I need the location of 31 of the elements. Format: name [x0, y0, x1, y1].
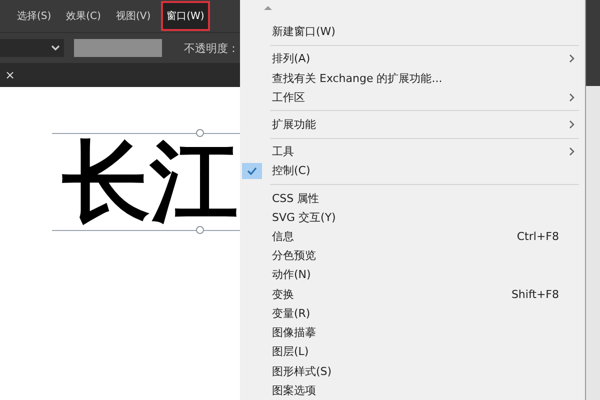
menu-item[interactable]: 变换 — [272, 286, 512, 302]
close-icon[interactable]: × — [5, 68, 16, 82]
menu-bar-item[interactable]: 窗口(W) — [160, 1, 210, 31]
menu-bar-item[interactable]: 选择(S) — [12, 3, 56, 29]
menu-item[interactable]: 分色预览 — [272, 248, 575, 264]
input-field[interactable] — [74, 39, 162, 57]
menu-item[interactable]: 信息 — [272, 229, 517, 244]
menu-bar-item[interactable]: 效果(C) — [61, 3, 106, 29]
scroll-up-icon[interactable] — [264, 6, 272, 10]
menu-item[interactable]: CSS 属性 — [272, 190, 575, 206]
menu-item[interactable]: 图形样式(S) — [272, 364, 575, 379]
menu-item[interactable]: 动作(N) — [272, 267, 575, 282]
menu-item[interactable]: 扩展功能 — [272, 116, 569, 132]
menu-item[interactable]: 图像描摹 — [272, 325, 575, 340]
menu-item[interactable]: 工作区 — [272, 90, 569, 105]
menu-bar-item[interactable]: 视图(V) — [110, 3, 156, 29]
menu-item[interactable]: 排列(A) — [272, 51, 569, 66]
chevron-icon — [51, 45, 60, 51]
menu-item[interactable]: 工具 — [272, 144, 569, 160]
menu-item[interactable]: 图层(L) — [272, 344, 575, 360]
shortcut-label: Shift+F8 — [511, 288, 559, 301]
menu-item[interactable]: 控制(C) — [272, 163, 575, 178]
menu-item[interactable]: SVG 交互(Y) — [272, 210, 575, 225]
menu-item[interactable]: 图案选项 — [272, 382, 575, 398]
menu-item[interactable]: 查找有关 Exchange 的扩展功能... — [272, 70, 575, 86]
selection-handle[interactable] — [196, 129, 204, 137]
menu-item[interactable]: 新建窗口(W) — [272, 24, 575, 40]
menu-item[interactable]: 变量(R) — [272, 306, 575, 321]
opacity-label: 不透明度： — [184, 40, 239, 56]
shortcut-label: Ctrl+F8 — [516, 230, 559, 244]
selection-handle[interactable] — [196, 226, 204, 234]
